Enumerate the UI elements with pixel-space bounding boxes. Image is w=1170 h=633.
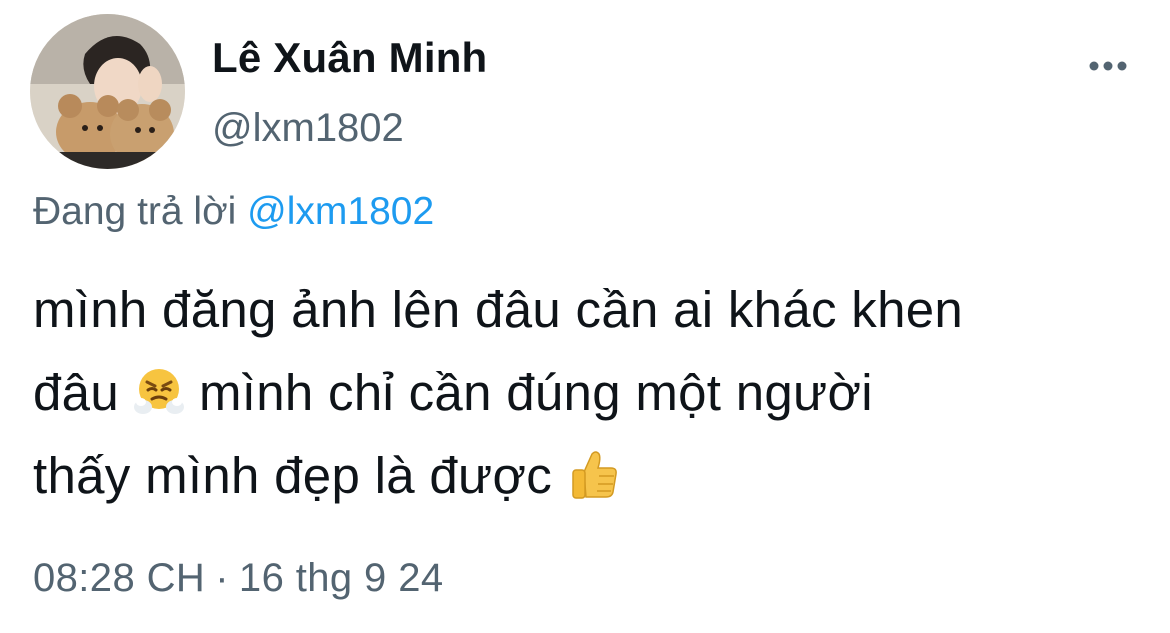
display-name[interactable]: Lê Xuân Minh (212, 34, 487, 82)
thumbs-up-icon (566, 446, 622, 502)
tweet-text-segment: đâu (33, 364, 119, 421)
tweet-timestamp[interactable]: 08:28 CH · 16 thg 9 24 (33, 556, 444, 601)
replying-to-line: Đang trả lời @lxm1802 (33, 190, 434, 234)
tweet-text-segment: thấy mình đẹp là được (33, 447, 552, 504)
meta-separator: · (215, 556, 229, 600)
more-horizontal-icon (1089, 61, 1127, 71)
more-options-button[interactable] (1080, 50, 1136, 82)
tweet-text: mình đăng ảnh lên đâu cần ai khác khen đ… (33, 268, 1163, 517)
user-handle[interactable]: @lxm1802 (212, 106, 404, 151)
avatar-image (30, 14, 185, 169)
tweet-text-line: thấy mình đẹp là được (33, 434, 1163, 517)
reply-mention-link[interactable]: @lxm1802 (247, 190, 434, 233)
tweet-time: 08:28 CH (33, 556, 206, 600)
tweet-text-line: mình đăng ảnh lên đâu cần ai khác khen (33, 281, 964, 338)
face-with-steam-from-nose-icon (133, 365, 185, 417)
tweet-card: Lê Xuân Minh @lxm1802 Đang trả lời @lxm1… (0, 0, 1170, 633)
avatar[interactable] (30, 14, 185, 169)
tweet-date: 16 thg 9 24 (238, 556, 444, 600)
tweet-text-line: đâu mình chỉ cần đúng một người (33, 351, 1163, 434)
tweet-text-segment: mình chỉ cần đúng một người (199, 364, 873, 421)
replying-to-label: Đang trả lời (33, 190, 237, 233)
